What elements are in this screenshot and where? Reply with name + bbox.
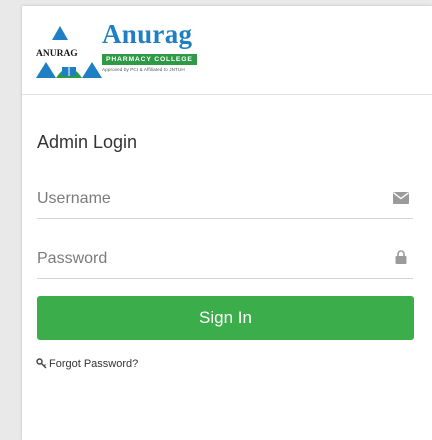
college-logo: ANURAG — [36, 26, 102, 78]
login-card: ANURAG Anurag PHARMACY COLLEGE Approved … — [22, 6, 432, 440]
college-subtitle: PHARMACY COLLEGE — [102, 54, 197, 65]
password-field[interactable]: Password — [37, 238, 413, 279]
key-icon — [36, 358, 47, 369]
brand-header: ANURAG Anurag PHARMACY COLLEGE Approved … — [22, 6, 432, 95]
sign-in-button[interactable]: Sign In — [37, 296, 414, 340]
logo-lettering: ANURAG — [36, 49, 78, 59]
password-placeholder: Password — [37, 250, 108, 267]
college-name: Anurag — [102, 19, 193, 49]
envelope-icon — [393, 191, 409, 209]
forgot-password-label: Forgot Password? — [49, 358, 139, 370]
page-title: Admin Login — [37, 132, 138, 152]
forgot-password-link[interactable]: Forgot Password? — [36, 358, 138, 370]
username-field[interactable]: Username — [37, 178, 413, 219]
username-placeholder: Username — [37, 190, 111, 207]
lock-icon — [395, 250, 407, 269]
approval-text: Approved by PCI & Affiliated to JNTUH — [102, 67, 185, 72]
